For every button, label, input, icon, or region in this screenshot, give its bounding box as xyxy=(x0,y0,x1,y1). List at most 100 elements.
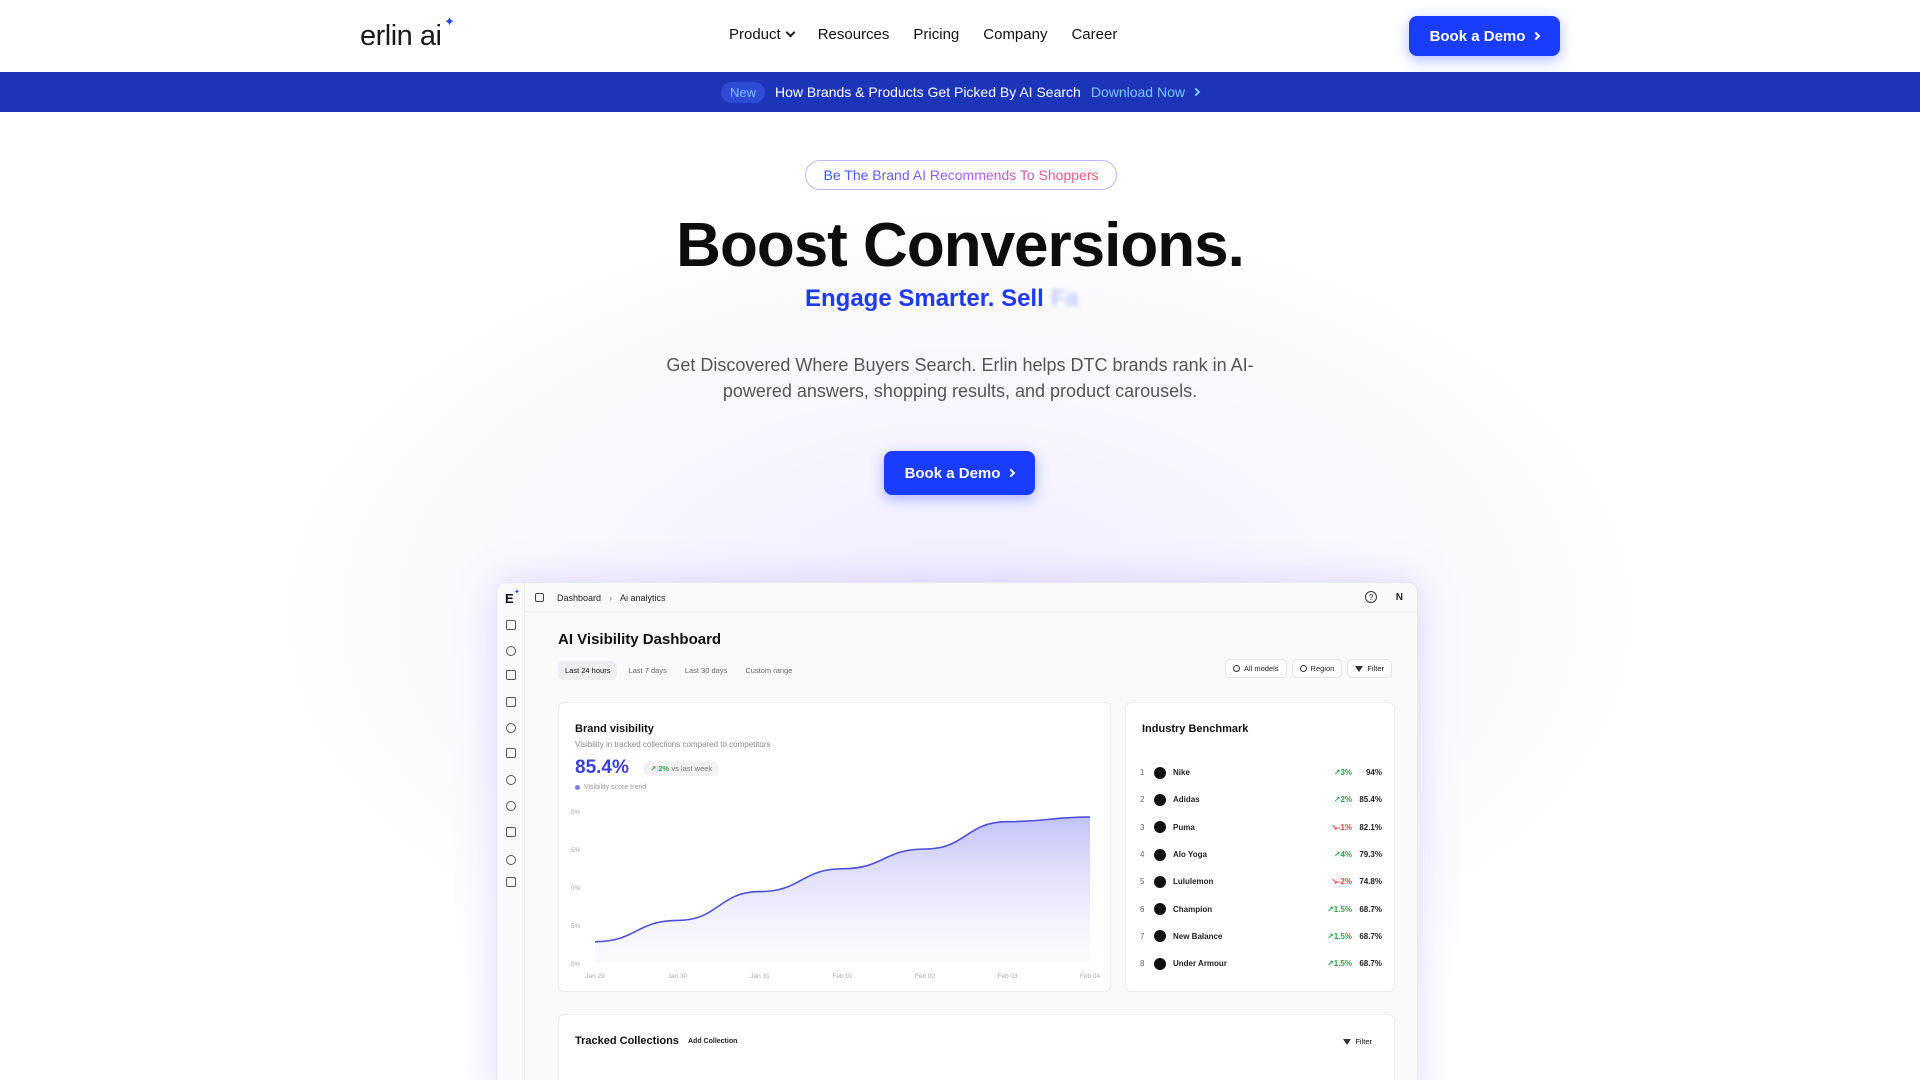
range-last-30-days: Last 30 days xyxy=(684,666,728,675)
benchmark-brand-name: New Balance xyxy=(1173,931,1223,941)
benchmark-change: ↗1.5% xyxy=(1312,932,1352,941)
benchmark-row: 1 Nike ↗3% 94% xyxy=(1140,759,1382,786)
collections-filter-button: Filter xyxy=(1343,1037,1372,1046)
nav-company[interactable]: Company xyxy=(983,26,1047,43)
region-label: Region xyxy=(1310,664,1335,673)
y-tick-label: 5% xyxy=(571,923,581,930)
benchmark-rank: 4 xyxy=(1140,850,1145,860)
benchmark-change: ↗1.5% xyxy=(1312,959,1352,968)
brand-visibility-title: Brand visibility xyxy=(575,723,654,735)
brand-visibility-description: Visibility in tracked collections compar… xyxy=(575,740,771,749)
benchmark-brand-name: Alo Yoga xyxy=(1173,850,1207,860)
benchmark-change-value: -2% xyxy=(1337,877,1352,887)
header-book-demo-label: Book a Demo xyxy=(1429,27,1526,45)
legend-label: Visibility score trend xyxy=(584,784,647,791)
range-last-24-hours: Last 24 hours xyxy=(558,661,618,680)
delta-value: 2% xyxy=(658,764,670,773)
benchmark-change-value: 1.5% xyxy=(1333,931,1352,941)
collections-filter-label: Filter xyxy=(1355,1037,1372,1046)
header-book-demo-button[interactable]: Book a Demo xyxy=(1409,16,1560,56)
legend-dot xyxy=(575,785,580,790)
industry-benchmark-card: Industry Benchmark 1 Nike ↗3% 94% 2 Adidas ↗2%… xyxy=(1125,702,1395,992)
brand-logo[interactable]: erlin ai xyxy=(360,20,442,53)
benchmark-row: 7 New Balance ↗1.5% 68.7% xyxy=(1140,923,1382,950)
line-chart-icon xyxy=(506,670,516,680)
range-custom: Custom range xyxy=(745,666,793,675)
benchmark-percent: 94% xyxy=(1365,768,1382,778)
benchmark-row: 5 Lululemon ↘-2% 74.8% xyxy=(1140,868,1382,895)
series-area xyxy=(595,817,1090,963)
search-icon xyxy=(506,801,516,811)
brand-logo-icon xyxy=(1154,793,1166,806)
benchmark-brand-name: Champion xyxy=(1173,904,1213,914)
logo-sparkle-icon: ✦ xyxy=(514,589,520,596)
x-tick-label: Jan 31 xyxy=(750,973,770,980)
chevron-right-icon xyxy=(1532,31,1541,41)
all-models-filter: All models xyxy=(1224,659,1287,678)
eye-icon xyxy=(506,646,516,656)
download-now-link[interactable]: Download Now xyxy=(1091,84,1201,100)
hero-subtitle-text: Engage Smarter. Sell xyxy=(805,285,1044,312)
benchmark-percent: 74.8% xyxy=(1359,877,1382,887)
brand-logo-icon xyxy=(1154,875,1166,888)
benchmark-change-value: 1.5% xyxy=(1333,904,1352,914)
benchmark-rank: 3 xyxy=(1140,822,1145,832)
dashboard-title: AI Visibility Dashboard xyxy=(558,631,722,648)
trend-down-icon: ↘ xyxy=(1331,822,1338,832)
benchmark-percent: 68.7% xyxy=(1359,904,1382,914)
nav-product[interactable]: Product xyxy=(729,26,796,43)
trend-up-icon: ↗ xyxy=(650,764,657,773)
breadcrumb-dashboard: Dashboard xyxy=(557,593,602,603)
dashboard-sidebar: E ✦ xyxy=(497,583,525,1080)
globe-icon xyxy=(506,855,516,865)
scan-icon xyxy=(506,775,516,785)
x-tick-label: Jan 30 xyxy=(668,973,688,980)
filter-button: Filter xyxy=(1347,659,1392,678)
brand-visibility-value: 85.4% xyxy=(575,757,629,778)
benchmark-change: ↘-2% xyxy=(1312,877,1352,886)
brand-logo-icon xyxy=(1154,848,1166,861)
add-collection-button: Add Collection xyxy=(688,1038,738,1045)
nav-pricing[interactable]: Pricing xyxy=(913,26,959,43)
bar-chart-icon xyxy=(506,697,516,707)
brand-logo-icon xyxy=(1154,821,1166,834)
benchmark-row: 8 Under Armour ↗1.5% 68.7% xyxy=(1140,950,1382,977)
breadcrumb: Dashboard › Ai analytics xyxy=(557,593,666,603)
filter-label: Filter xyxy=(1367,664,1384,673)
logo-sparkle-icon: ✦ xyxy=(444,14,455,29)
delta-suffix: vs last week xyxy=(671,764,713,773)
brand-logo-icon xyxy=(1154,903,1166,916)
benchmark-change: ↗4% xyxy=(1312,850,1352,859)
nav-resources[interactable]: Resources xyxy=(818,26,890,43)
benchmark-brand-name: Under Armour xyxy=(1173,959,1227,969)
chevron-right-icon xyxy=(1191,87,1201,97)
sidebar-toggle-icon xyxy=(535,593,544,602)
hero-book-demo-label: Book a Demo xyxy=(904,464,1001,482)
trend-up-icon: ↗ xyxy=(1327,959,1334,969)
benchmark-percent: 85.4% xyxy=(1359,795,1382,805)
hero-book-demo-button[interactable]: Book a Demo xyxy=(884,451,1035,495)
hero-tagline-pill: Be The Brand AI Recommends To Shoppers xyxy=(805,160,1117,190)
benchmark-list: 1 Nike ↗3% 94% 2 Adidas ↗2% 85.4% 3 Puma ↘-1% 82.1%… xyxy=(1140,759,1382,977)
brand-logo-icon xyxy=(1154,766,1166,779)
trend-down-icon: ↘ xyxy=(1331,877,1338,887)
tracked-collections-title: Tracked Collections xyxy=(575,1035,679,1047)
hero-subtitle: Engage Smarter. Sell Fa xyxy=(805,285,1078,313)
new-badge: New xyxy=(721,81,766,103)
benchmark-change: ↗3% xyxy=(1312,768,1352,777)
brand-logo-icon xyxy=(1154,930,1166,943)
y-tick-label: 0% xyxy=(571,885,581,892)
filter-icon xyxy=(1343,1038,1352,1045)
nav-career[interactable]: Career xyxy=(1071,26,1117,43)
help-icon: ? xyxy=(1365,591,1377,603)
hero-title: Boost Conversions. xyxy=(676,211,1245,280)
benchmark-change: ↗1.5% xyxy=(1312,905,1352,914)
benchmark-change-value: -1% xyxy=(1337,822,1352,832)
benchmark-brand-name: Adidas xyxy=(1173,795,1200,805)
benchmark-change-value: 2% xyxy=(1340,795,1352,805)
trend-up-icon: ↗ xyxy=(1327,904,1334,914)
benchmark-rank: 5 xyxy=(1140,877,1145,887)
chart-legend: Visibility score trend xyxy=(575,784,646,791)
x-tick-label: Jan 29 xyxy=(585,973,605,980)
benchmark-rank: 7 xyxy=(1140,931,1145,941)
